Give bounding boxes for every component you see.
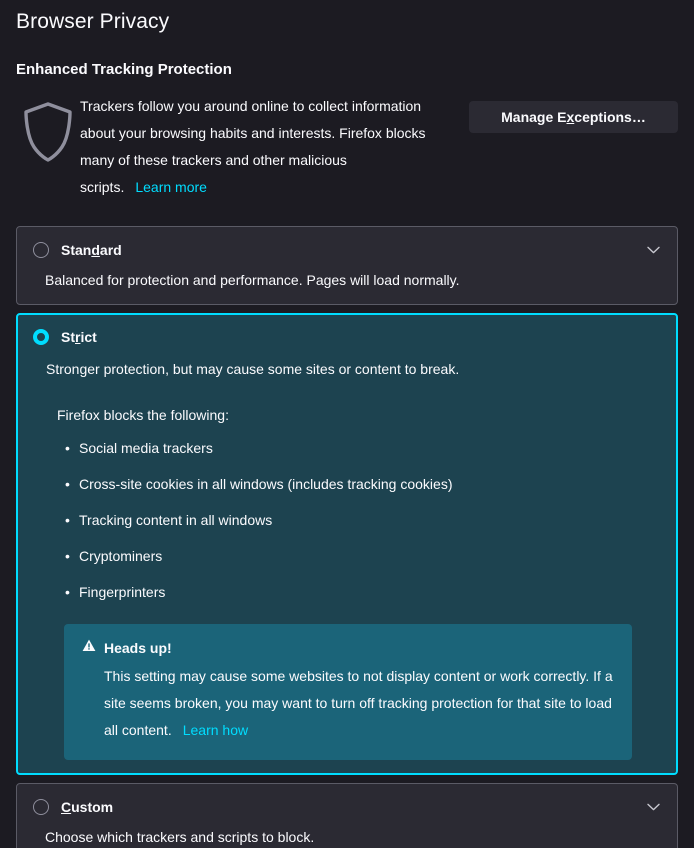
list-item: Fingerprinters (65, 582, 661, 602)
list-item: Cryptominers (65, 546, 661, 566)
option-custom[interactable]: Custom Choose which trackers and scripts… (16, 783, 678, 848)
option-standard-description: Balanced for protection and performance.… (45, 272, 460, 288)
heads-up-warning-text: This setting may cause some websites to … (104, 668, 613, 738)
option-custom-head: Custom (33, 796, 661, 818)
option-custom-label-after: ustom (71, 799, 114, 815)
option-strict-label: Strict (61, 327, 97, 347)
learn-more-link[interactable]: Learn more (135, 179, 207, 195)
option-strict-description: Stronger protection, but may cause some … (46, 361, 460, 377)
option-strict-label-after: ict (80, 329, 97, 345)
chevron-down-icon[interactable] (645, 242, 661, 258)
list-item: Tracking content in all windows (65, 510, 661, 530)
shield-icon-wrap (16, 93, 80, 168)
option-standard-label-before: Stan (61, 242, 92, 258)
heads-up-warning-box: Heads up! This setting may cause some we… (64, 624, 632, 760)
manage-exceptions-label-before: Manage E (501, 109, 567, 125)
option-standard-accesskey: d (91, 242, 100, 258)
intro-description-text: Trackers follow you around online to col… (80, 98, 426, 195)
option-strict-head: Strict (33, 326, 661, 348)
option-standard-label: Standard (61, 240, 122, 260)
heads-up-warning-title: Heads up! (104, 640, 172, 656)
option-custom-accesskey: C (61, 799, 72, 815)
option-standard-label-after: ard (99, 242, 122, 258)
radio-custom[interactable] (33, 799, 49, 815)
blocked-items-list: Social media trackers Cross-site cookies… (65, 438, 661, 602)
section-heading-enhanced-tracking-protection: Enhanced Tracking Protection (16, 61, 232, 78)
heads-up-warning-head: Heads up! (82, 638, 614, 658)
blocks-title: Firefox blocks the following: (57, 407, 229, 423)
browser-privacy-page: Browser Privacy Enhanced Tracking Protec… (0, 0, 694, 848)
list-item: Social media trackers (65, 438, 661, 458)
option-standard[interactable]: Standard Balanced for protection and per… (16, 226, 678, 305)
list-item: Cross-site cookies in all windows (inclu… (65, 474, 661, 494)
chevron-down-icon[interactable] (645, 799, 661, 815)
manage-exceptions-button[interactable]: Manage Exceptions… (469, 101, 678, 133)
intro-row: Trackers follow you around online to col… (16, 93, 678, 201)
tracking-protection-options: Standard Balanced for protection and per… (16, 226, 678, 848)
option-strict-label-before: St (61, 329, 75, 345)
option-custom-label: Custom (61, 797, 113, 817)
option-standard-head: Standard (33, 239, 661, 261)
shield-icon (22, 101, 74, 168)
option-custom-description: Choose which trackers and scripts to blo… (45, 829, 315, 845)
manage-exceptions-label-after: ceptions… (574, 109, 646, 125)
learn-how-link[interactable]: Learn how (183, 722, 248, 738)
radio-strict[interactable] (33, 329, 49, 345)
radio-standard[interactable] (33, 242, 49, 258)
page-title: Browser Privacy (16, 10, 170, 33)
warning-triangle-icon (82, 639, 96, 657)
heads-up-warning-body: This setting may cause some websites to … (104, 663, 614, 744)
intro-description: Trackers follow you around online to col… (80, 93, 437, 201)
option-strict[interactable]: Strict Stronger protection, but may caus… (16, 313, 678, 775)
manage-exceptions-button-wrap: Manage Exceptions… (437, 93, 678, 133)
